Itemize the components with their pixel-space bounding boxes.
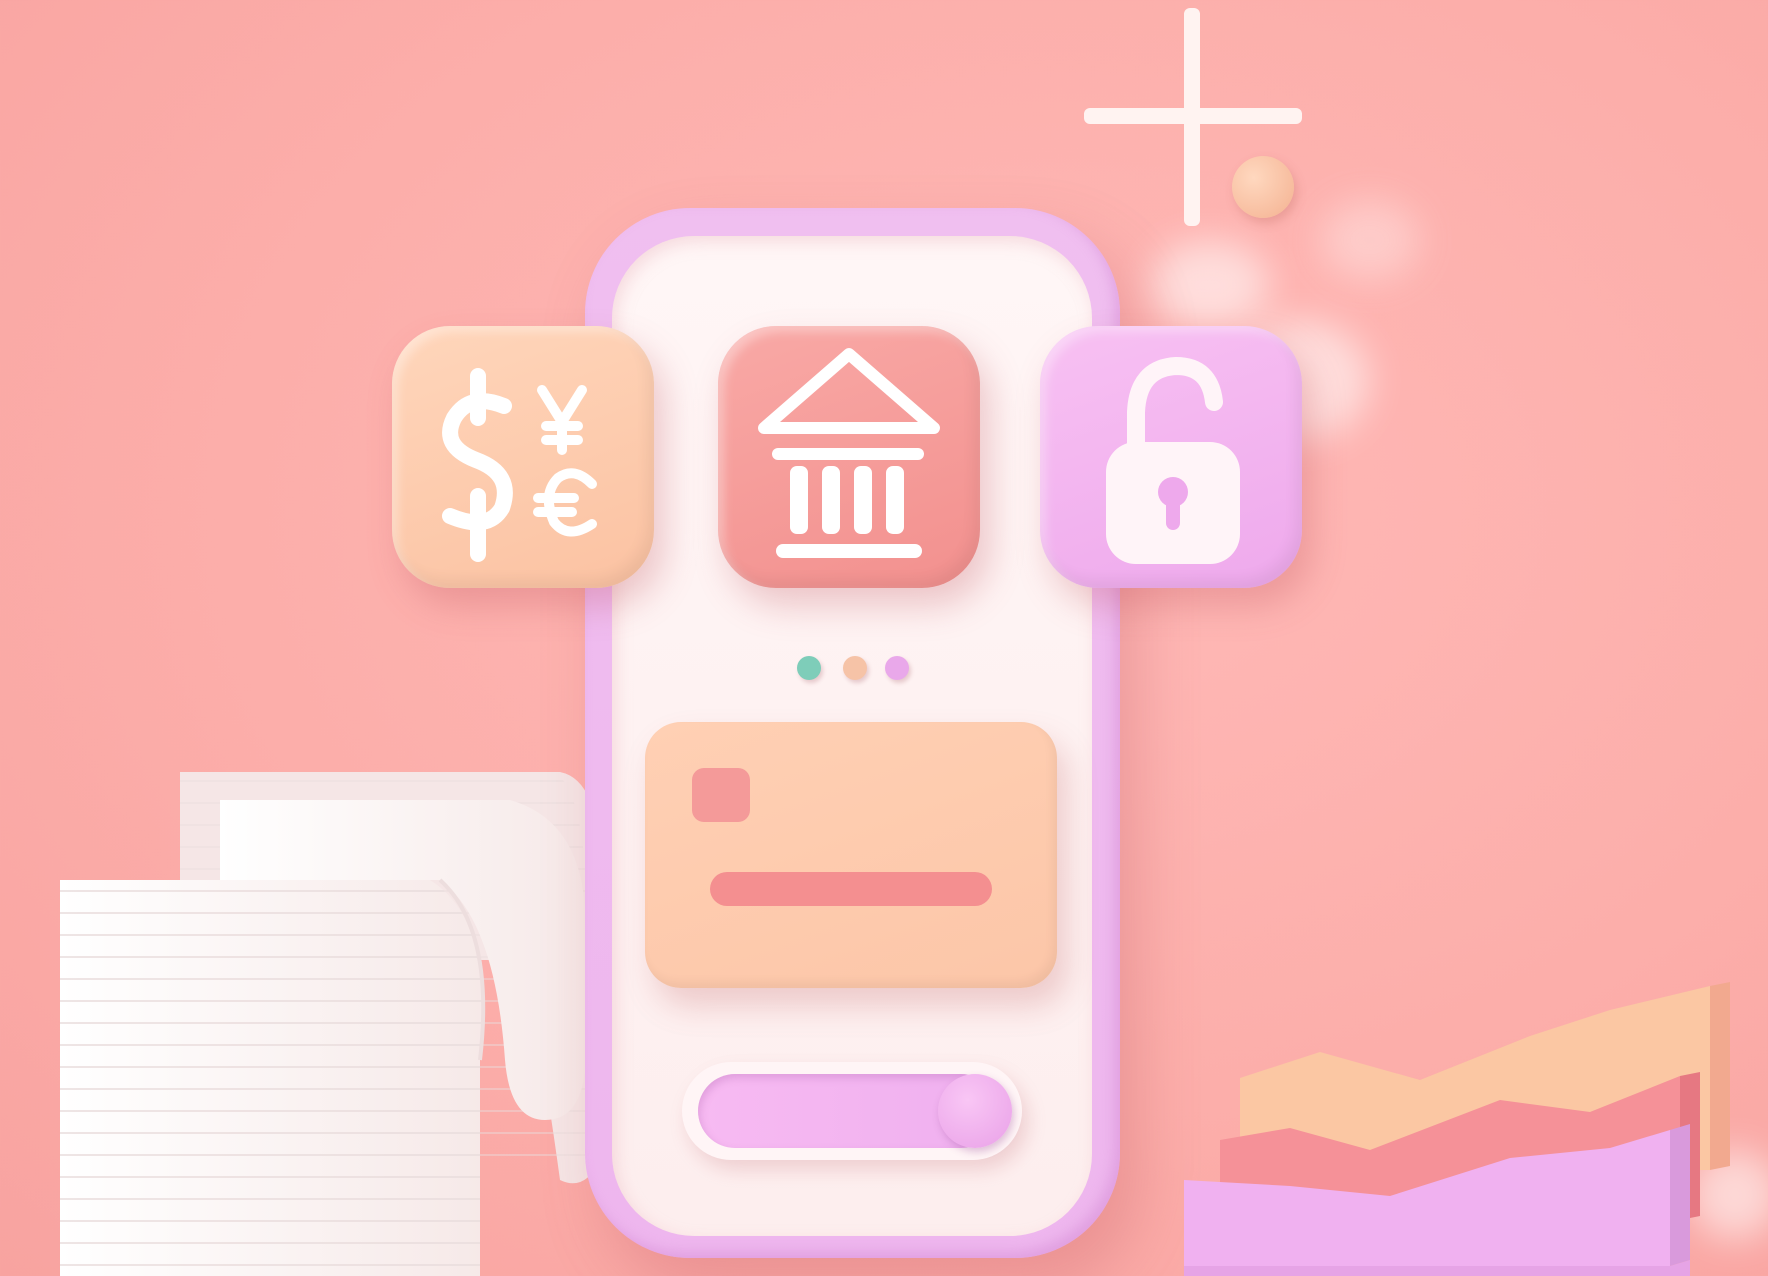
card-number-stripe xyxy=(710,872,992,906)
cloud-puff xyxy=(1320,200,1420,280)
credit-card[interactable] xyxy=(645,722,1057,988)
currency-exchange-icon xyxy=(442,368,597,562)
toggle-knob[interactable] xyxy=(938,1074,1012,1148)
bank-tile[interactable] xyxy=(718,326,980,588)
decorative-area-chart xyxy=(1184,982,1730,1276)
decorative-orb xyxy=(1232,156,1294,218)
sparkle-plus-horizontal xyxy=(1084,108,1302,124)
pagination-dot-1[interactable] xyxy=(797,656,821,680)
cloud-puff xyxy=(1150,240,1270,330)
lock-tile[interactable] xyxy=(1040,326,1302,588)
receipt-paper xyxy=(60,772,600,1276)
bank-icon xyxy=(758,348,940,558)
pagination-dot-3[interactable] xyxy=(885,656,909,680)
lock-icon xyxy=(1106,356,1240,564)
card-chip xyxy=(692,768,750,822)
pagination-dot-2[interactable] xyxy=(843,656,867,680)
currency-tile[interactable] xyxy=(392,326,654,588)
